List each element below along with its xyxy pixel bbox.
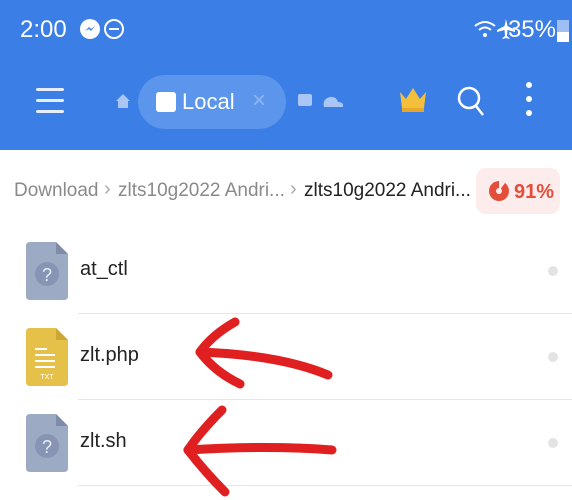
close-tab-button[interactable]: × [252,87,266,115]
battery-icon [557,20,569,42]
status-bar: 2:00 35% [0,0,572,60]
file-icon-mark: ? [42,437,52,457]
menu-icon[interactable] [36,88,64,114]
storage-percent: 91% [514,181,555,203]
file-icon-mark: TXT [40,374,54,381]
battery-percent: 35% [507,16,556,43]
tab-label: Local [182,89,235,114]
file-row[interactable]: ? at_ctl [0,228,572,314]
file-row[interactable]: TXT zlt.php [0,314,572,400]
cloud-icon [323,96,344,107]
more-icon[interactable] [524,82,534,122]
file-row[interactable]: ? zlt.sh [0,400,572,486]
breadcrumb-separator: › [104,178,111,200]
tab-local[interactable]: Local × [138,75,286,129]
select-dot[interactable] [548,266,558,276]
unknown-file-icon: ? [26,414,68,472]
dnd-icon [104,19,124,39]
file-name: zlt.php [80,344,139,366]
file-icon-mark: ? [42,265,52,285]
txt-file-icon: TXT [26,328,68,386]
breadcrumb: Download › zlts10g2022 Andri... › zlts10… [0,150,572,230]
home-icon[interactable] [115,93,131,109]
messenger-icon [80,19,100,39]
unknown-file-icon: ? [26,242,68,300]
file-name: at_ctl [80,258,128,280]
recent-tabs[interactable] [298,93,346,111]
chat-icon [298,94,312,106]
local-storage-icon [156,92,176,112]
storage-usage-badge[interactable]: 91% [476,168,560,214]
file-name: zlt.sh [80,430,127,452]
toolbar: Local × [0,60,572,150]
breadcrumb-item-current[interactable]: zlts10g2022 Andri... [304,180,471,202]
breadcrumb-item-folder[interactable]: zlts10g2022 Andri... [118,180,285,202]
select-dot[interactable] [548,438,558,448]
pie-chart-icon [489,181,509,201]
select-dot[interactable] [548,352,558,362]
breadcrumb-separator: › [290,178,297,200]
clock: 2:00 [20,16,67,43]
breadcrumb-item-download[interactable]: Download [14,180,99,202]
app-header: 2:00 35% Local × [0,0,572,150]
wifi-icon [474,21,496,37]
crown-icon[interactable] [398,84,428,114]
divider [78,485,572,486]
search-icon[interactable] [456,84,486,118]
